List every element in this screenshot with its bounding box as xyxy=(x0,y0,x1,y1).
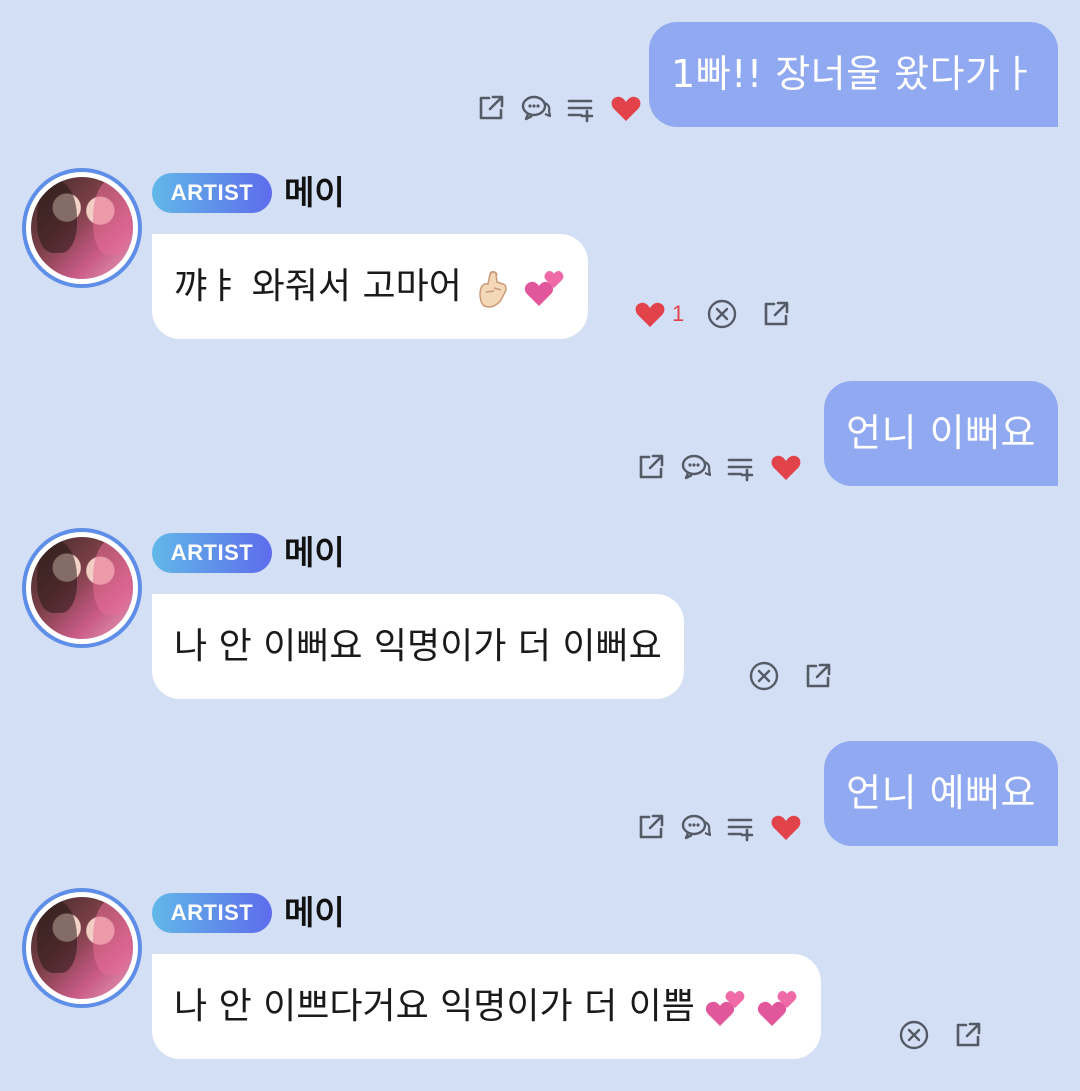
message-actions xyxy=(475,92,642,124)
incoming-message-bubble[interactable]: 나 안 이쁘다거요 익명이가 더 이쁨 xyxy=(152,954,821,1059)
heart-icon[interactable] xyxy=(610,92,642,124)
comment-icon[interactable] xyxy=(520,92,552,124)
incoming-message-bubble[interactable]: 나 안 이뻐요 익명이가 더 이뻐요 xyxy=(152,594,684,699)
share-icon[interactable] xyxy=(475,92,507,124)
avatar-photo xyxy=(31,897,133,999)
share-icon[interactable] xyxy=(952,1019,984,1051)
share-icon[interactable] xyxy=(760,298,792,330)
two-hearts-emoji xyxy=(705,986,747,1028)
message-actions: 1 xyxy=(634,298,792,330)
message-text: 언니 예뻐요 xyxy=(846,771,1036,815)
message-actions xyxy=(635,451,802,483)
comment-icon[interactable] xyxy=(680,811,712,843)
artist-badge: ARTIST xyxy=(152,533,272,573)
share-icon[interactable] xyxy=(802,660,834,692)
close-circle-icon[interactable] xyxy=(748,660,780,692)
outgoing-message-bubble[interactable]: 언니 예뻐요 xyxy=(824,741,1058,846)
two-hearts-emoji xyxy=(524,266,566,308)
comment-icon[interactable] xyxy=(680,451,712,483)
message-actions xyxy=(898,1019,984,1051)
message-text: 1빠!! 장너울 왔다가ㅏ xyxy=(671,52,1036,96)
message-text: 언니 이뻐요 xyxy=(846,411,1036,455)
avatar[interactable] xyxy=(22,168,142,288)
share-icon[interactable] xyxy=(635,811,667,843)
sender-name[interactable]: 메이 xyxy=(284,533,345,573)
finger-heart-emoji xyxy=(472,266,514,308)
avatar-photo xyxy=(31,177,133,279)
artist-badge: ARTIST xyxy=(152,173,272,213)
outgoing-message-bubble[interactable]: 1빠!! 장너울 왔다가ㅏ xyxy=(649,22,1058,127)
avatar[interactable] xyxy=(22,888,142,1008)
message-text: 나 안 이쁘다거요 익명이가 더 이쁨 xyxy=(174,985,695,1027)
heart-icon[interactable] xyxy=(770,451,802,483)
heart-icon[interactable] xyxy=(770,811,802,843)
add-to-list-icon[interactable] xyxy=(725,811,757,843)
message-actions xyxy=(635,811,802,843)
incoming-message-bubble[interactable]: 꺄ㅑ 와줘서 고마어 xyxy=(152,234,588,339)
chat-thread: 1빠!! 장너울 왔다가ㅏ ARTIST 메이 꺄ㅑ 와줘서 고마어 1 언니 … xyxy=(0,0,1080,1091)
message-actions xyxy=(748,660,834,692)
avatar[interactable] xyxy=(22,528,142,648)
sender-name[interactable]: 메이 xyxy=(284,173,345,213)
avatar-photo xyxy=(31,537,133,639)
share-icon[interactable] xyxy=(635,451,667,483)
message-text: 나 안 이뻐요 익명이가 더 이뻐요 xyxy=(174,625,662,667)
outgoing-message-bubble[interactable]: 언니 이뻐요 xyxy=(824,381,1058,486)
heart-icon[interactable] xyxy=(634,298,666,330)
add-to-list-icon[interactable] xyxy=(725,451,757,483)
two-hearts-emoji xyxy=(757,986,799,1028)
close-circle-icon[interactable] xyxy=(898,1019,930,1051)
sender-name[interactable]: 메이 xyxy=(284,893,345,933)
artist-badge: ARTIST xyxy=(152,893,272,933)
add-to-list-icon[interactable] xyxy=(565,92,597,124)
message-text: 꺄ㅑ 와줘서 고마어 xyxy=(174,265,462,307)
close-circle-icon[interactable] xyxy=(706,298,738,330)
heart-count: 1 xyxy=(672,301,685,326)
